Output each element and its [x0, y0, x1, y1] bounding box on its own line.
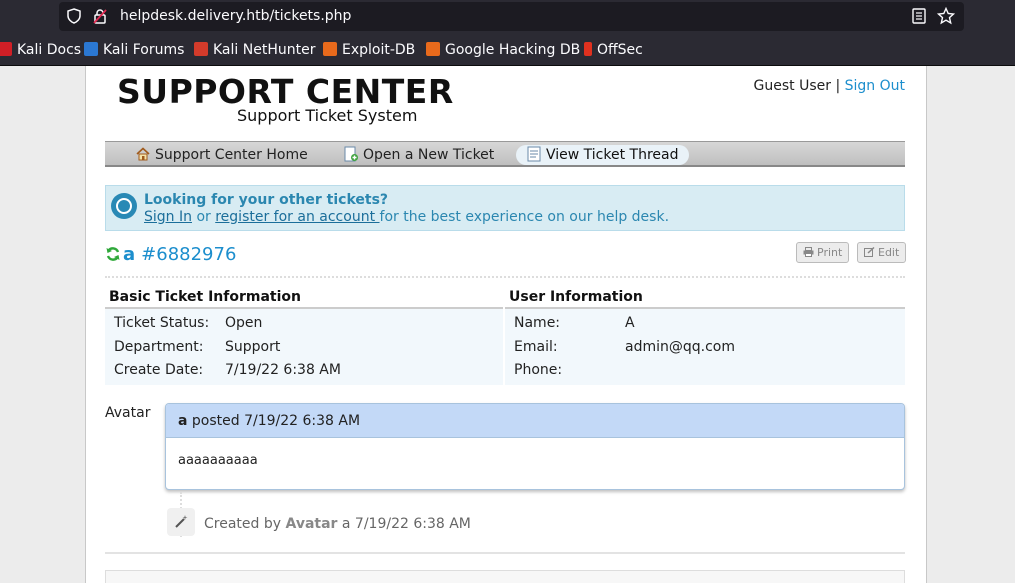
bookmark-exploit-db[interactable]: Exploit-DB	[323, 42, 415, 58]
insecure-lock-icon[interactable]	[93, 8, 107, 24]
notice-heading: Looking for your other tickets?	[144, 192, 389, 208]
print-button[interactable]: Print	[796, 242, 850, 263]
user-email-value: admin@qq.com	[625, 338, 735, 355]
edit-button[interactable]: Edit	[857, 242, 907, 263]
url-text[interactable]: helpdesk.delivery.htb/tickets.php	[120, 8, 351, 24]
main-nav: Support Center Home Open a New Ticket Vi…	[105, 141, 905, 167]
info-row: Ticket Status: Open	[114, 315, 263, 331]
info-row: Name: A	[514, 315, 635, 331]
ticket-number-link[interactable]: #6882976	[141, 244, 236, 265]
shield-icon[interactable]	[67, 8, 81, 24]
bookmark-kali-nethunter[interactable]: Kali NetHunter	[194, 42, 315, 58]
basic-info-heading: Basic Ticket Information	[105, 288, 503, 309]
bookmarks-toolbar: Kali Docs Kali Forums Kali NetHunter Exp…	[0, 34, 1015, 66]
sign-in-link[interactable]: Sign In	[144, 209, 192, 225]
user-name-value: A	[625, 315, 635, 331]
refresh-icon[interactable]	[105, 246, 121, 262]
info-row: Email: admin@qq.com	[514, 338, 735, 355]
bookmark-offsec[interactable]: OffSec	[584, 42, 643, 58]
google-hacking-db-icon	[426, 42, 440, 56]
thread-entry: a posted 7/19/22 6:38 AM aaaaaaaaaa	[165, 403, 905, 490]
nav-view-ticket-thread[interactable]: View Ticket Thread	[516, 145, 689, 165]
divider	[105, 276, 905, 278]
info-row: Phone:	[514, 362, 563, 378]
sign-out-link[interactable]: Sign Out	[845, 78, 905, 94]
info-row: Create Date: 7/19/22 6:38 AM	[114, 362, 341, 378]
basic-ticket-info: Basic Ticket Information Ticket Status: O…	[105, 288, 503, 385]
other-tickets-notice: Looking for your other tickets? Sign In …	[105, 185, 905, 231]
register-link[interactable]: register for an account	[215, 209, 379, 225]
ticket-title: a #6882976	[105, 244, 236, 265]
department-value: Support	[225, 338, 281, 355]
browser-toolbar: helpdesk.delivery.htb/tickets.php	[0, 0, 1015, 34]
magic-wand-icon	[167, 508, 195, 536]
offsec-icon	[584, 42, 592, 56]
kali-docs-icon	[0, 42, 12, 56]
thread-entry-body: aaaaaaaaaa	[178, 453, 258, 468]
user-box: Guest User | Sign Out	[754, 78, 905, 94]
reply-section	[105, 570, 905, 583]
ticket-status-value: Open	[225, 315, 263, 331]
user-info-heading: User Information	[505, 288, 905, 309]
print-icon	[803, 247, 814, 257]
bookmark-kali-forums[interactable]: Kali Forums	[84, 42, 184, 58]
home-icon	[136, 147, 150, 161]
bookmark-google-hacking-db[interactable]: Google Hacking DB	[426, 42, 580, 58]
avatar: Avatar	[105, 405, 151, 421]
event-avatar: Avatar	[285, 516, 338, 532]
bookmark-star-icon[interactable]	[937, 7, 955, 25]
nav-support-center-home[interactable]: Support Center Home	[125, 145, 318, 165]
divider	[105, 552, 905, 554]
kali-nethunter-icon	[194, 42, 208, 56]
notice-text: Sign In or register for an account for t…	[144, 209, 670, 225]
thread-event: Created by Avatar a 7/19/22 6:38 AM	[204, 516, 471, 532]
thread-entry-header: a posted 7/19/22 6:38 AM	[166, 404, 904, 438]
info-row: Department: Support	[114, 338, 281, 355]
bookmark-kali-docs[interactable]: Kali Docs	[0, 42, 81, 58]
create-date-value: 7/19/22 6:38 AM	[225, 362, 341, 378]
kali-forums-icon	[84, 42, 98, 56]
nav-open-new-ticket[interactable]: Open a New Ticket	[333, 145, 504, 165]
user-info: User Information Name: A Email: admin@qq.c…	[505, 288, 905, 385]
reader-view-icon[interactable]	[911, 8, 927, 24]
address-bar[interactable]: helpdesk.delivery.htb/tickets.php	[59, 2, 964, 31]
new-ticket-icon	[344, 146, 358, 162]
edit-icon	[864, 247, 875, 257]
ticket-subject: a	[123, 244, 136, 265]
ticket-thread-icon	[527, 146, 541, 162]
separator: |	[835, 78, 841, 94]
site-logo-subtitle: Support Ticket System	[237, 106, 418, 125]
exploit-db-icon	[323, 42, 337, 56]
guest-user-label: Guest User	[753, 78, 831, 94]
compass-icon	[111, 193, 137, 219]
